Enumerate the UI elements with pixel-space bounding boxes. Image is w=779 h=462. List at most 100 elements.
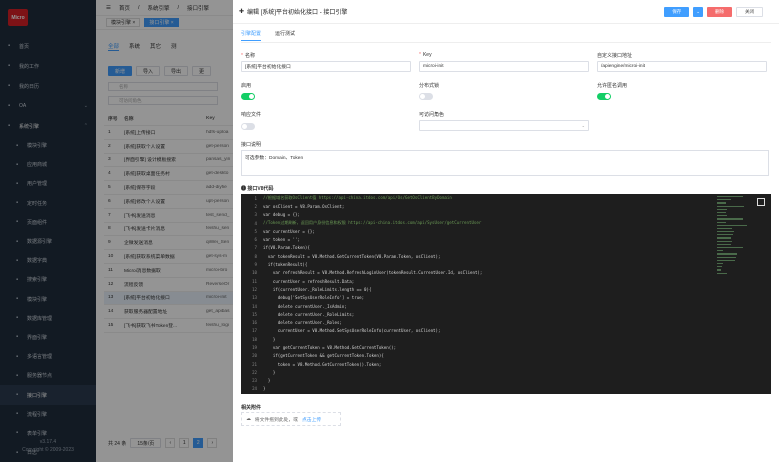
line-number: 22 — [252, 369, 257, 375]
line-number: 1 — [254, 195, 257, 201]
code-line: 15 delete currentUser._RoleLimits; — [241, 310, 771, 318]
code-line: 20 if(getCurrentToken && getCurrentToken… — [241, 352, 771, 360]
line-number: 16 — [252, 320, 257, 326]
code-text: var refreshResult = V8.Method.RefreshLog… — [263, 270, 483, 276]
line-number: 19 — [252, 344, 257, 350]
code-text: } — [263, 336, 276, 342]
anonymous-label: 允许匿名调用 — [597, 83, 628, 89]
code-text: } — [263, 386, 266, 392]
distributed-lock-label: 分布式锁 — [419, 83, 440, 89]
line-number: 18 — [252, 336, 257, 342]
response-file-toggle[interactable] — [241, 123, 255, 130]
line-number: 6 — [254, 237, 257, 243]
code-line: 9 if(tokenResult){ — [241, 260, 771, 268]
line-number: 21 — [252, 361, 257, 367]
line-number: 7 — [254, 245, 257, 251]
code-line: 13 debug['SetSysUserRoleInfo'] = true; — [241, 294, 771, 302]
line-number: 8 — [254, 253, 257, 259]
code-text: token = V8.Method.GetCurrentToken().Toke… — [263, 361, 382, 367]
code-text: var osClient = V8.Param.OsClient; — [263, 203, 345, 209]
code-line: 17 currentUser = V8.Method.SetSysUserRol… — [241, 327, 771, 335]
tab-run-test[interactable]: 运行测试 — [275, 30, 295, 41]
description-label: 接口说明 — [241, 142, 262, 148]
save-button[interactable]: 保存 — [664, 7, 690, 17]
line-number: 12 — [252, 286, 257, 292]
code-text: var debug = {}; — [263, 212, 300, 218]
code-line: 8 var tokenResult = V8.Method.GetCurrent… — [241, 252, 771, 260]
attachments-label: 相关附件 — [241, 405, 262, 411]
roles-select[interactable]: ⌄ — [419, 120, 589, 131]
cloud-upload-icon: ☁ — [246, 416, 251, 422]
line-number: 24 — [252, 386, 257, 392]
code-text: } — [263, 378, 271, 384]
drawer-title: 编辑 [系统]平台初始化接口 - 接口引擎 — [247, 10, 348, 16]
code-line: 22 } — [241, 368, 771, 376]
enable-toggle[interactable] — [241, 93, 255, 100]
anonymous-toggle[interactable] — [597, 93, 611, 100]
tab-engine-config[interactable]: 引擎配置 — [241, 30, 262, 41]
code-line: 24} — [241, 385, 771, 393]
line-number: 5 — [254, 228, 257, 234]
code-line: 23 } — [241, 377, 771, 385]
line-number: 10 — [252, 270, 257, 276]
code-line: 2 var osClient = V8.Param.OsClient; — [241, 202, 771, 210]
code-text: var token = ''; — [263, 237, 300, 243]
code-label: ❶ 接口V8代码 — [241, 186, 274, 192]
chevron-down-icon: ⌄ — [581, 123, 585, 128]
code-text: //根据域名获取OsClient值 https://api-china.itdo… — [263, 195, 452, 201]
distributed-lock-toggle[interactable] — [419, 93, 433, 100]
code-text: currentUser = refreshResult.Data; — [263, 278, 355, 284]
description-textarea[interactable]: 可选参数：Domain、Token — [241, 150, 769, 176]
code-line: 12 if(currentUser._RoleLimits.length == … — [241, 285, 771, 293]
code-editor[interactable]: 1 //根据域名获取OsClient值 https://api-china.itd… — [241, 194, 771, 394]
code-line: 4 //Token过期刷新，返回用户身份信息和权限 https://api-chi… — [241, 219, 771, 227]
upload-link[interactable]: 点击上传 — [302, 416, 321, 423]
name-label: * 名称 — [241, 53, 255, 59]
code-minimap[interactable] — [717, 194, 749, 394]
code-text: if(V8.Param.Token){ — [263, 245, 310, 251]
line-number: 14 — [252, 303, 257, 309]
code-line: 16 delete currentUser._Roles; — [241, 318, 771, 326]
code-line: 25if(V8.Param.Domain){ — [241, 393, 771, 394]
close-button[interactable]: 关闭 — [736, 7, 763, 17]
fullscreen-icon[interactable] — [757, 198, 765, 206]
enable-label: 启用 — [241, 83, 252, 89]
code-line: 18 } — [241, 335, 771, 343]
code-line: 14 delete currentUser._IsAdmin; — [241, 302, 771, 310]
code-text: delete currentUser._RoleLimits; — [263, 311, 355, 317]
code-line: 6 var token = ''; — [241, 235, 771, 243]
line-number: 2 — [254, 203, 257, 209]
key-label: * Key — [419, 52, 432, 58]
roles-label: 可访问角色 — [419, 112, 445, 118]
line-number: 17 — [252, 328, 257, 334]
code-line: 10 var refreshResult = V8.Method.Refresh… — [241, 269, 771, 277]
line-number: 9 — [254, 262, 257, 268]
drawer-actions: 保存 ⌄ 删除 关闭 — [664, 7, 763, 17]
code-text: } — [263, 369, 276, 375]
save-dropdown-button[interactable]: ⌄ — [693, 7, 703, 17]
key-field[interactable]: microi-init — [419, 61, 589, 72]
delete-button[interactable]: 删除 — [707, 7, 732, 17]
upload-dropzone[interactable]: ☁ 将文件拖到此处，或 点击上传 — [241, 412, 341, 426]
line-number: 23 — [252, 378, 257, 384]
edit-drawer: ✚ 编辑 [系统]平台初始化接口 - 接口引擎 保存 ⌄ 删除 关闭 引擎配置 … — [233, 0, 779, 462]
code-text: delete currentUser._IsAdmin; — [263, 303, 347, 309]
code-text: var getCurrentToken = V8.Method.GetCurre… — [263, 344, 397, 350]
custom-url-label: 自定义接口地址 — [597, 53, 633, 59]
code-text: var currentUser = {}; — [263, 228, 315, 234]
custom-url-field[interactable]: /apiengine/microi-init — [597, 61, 767, 72]
code-text: //Token过期刷新，返回用户身份信息和权限 https://api-chin… — [263, 220, 482, 226]
code-line: 19 var getCurrentToken = V8.Method.GetCu… — [241, 343, 771, 351]
code-line: 21 token = V8.Method.GetCurrentToken().T… — [241, 360, 771, 368]
line-number: 20 — [252, 353, 257, 359]
code-line: 3 var debug = {}; — [241, 211, 771, 219]
response-file-label: 响应文件 — [241, 112, 262, 118]
line-number: 11 — [252, 278, 257, 284]
edit-icon: ✚ — [239, 9, 245, 15]
drawer-tabs: 引擎配置 运行测试 — [241, 30, 295, 41]
code-text: var tokenResult = V8.Method.GetCurrentTo… — [263, 253, 441, 259]
name-field[interactable]: [系统]平台初始化接口 — [241, 61, 411, 72]
code-text: debug['SetSysUserRoleInfo'] = true; — [263, 295, 365, 301]
code-text: if(currentUser._RoleLimits.length == 0){ — [263, 286, 372, 292]
code-text: delete currentUser._Roles; — [263, 320, 342, 326]
